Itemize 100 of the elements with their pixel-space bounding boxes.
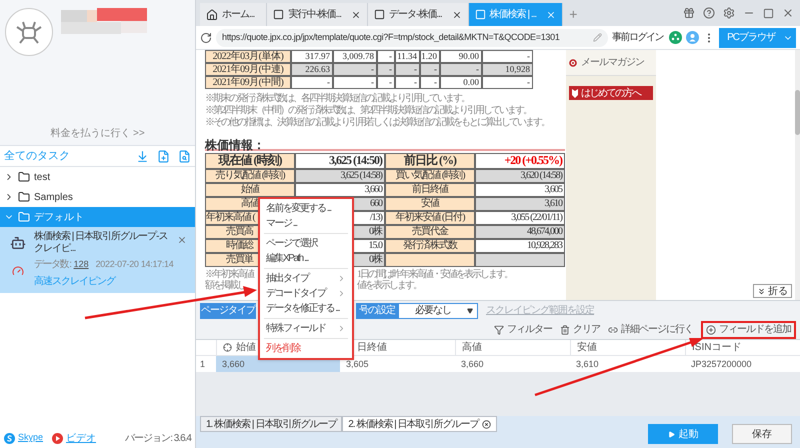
table-cell: 317.97 [291,50,333,63]
video-icon[interactable] [52,432,64,444]
row-number: 1 [199,358,206,371]
table-cell: 3,625 (14:58) [295,169,385,183]
close-icon[interactable] [482,420,491,428]
table-cell: 買い気配値 (時刻) [385,169,475,183]
bottom-tab[interactable]: 2. 株価検索 | 日本取引所グループ [342,416,497,432]
footnote: ※期末の発行済株式数は、各四半期決算短信の記載より引用しています。 [205,93,470,104]
filter-button[interactable]: フィルター [494,322,552,337]
folder-icon [18,171,30,183]
table-cell: 売買代金 [385,225,475,239]
table-cell: - [482,50,533,63]
table-cell: - [377,76,395,89]
menu-item[interactable]: 特殊フィールド [260,321,352,336]
clear-button[interactable]: クリア [560,322,600,337]
file-search-icon[interactable] [178,150,191,162]
avatar [5,8,53,56]
chevron-icon [337,324,346,333]
table-cell: - [377,63,395,76]
table-cell: 3,055 (22/01/11) [475,211,565,225]
footnote: 値を表示します。 [357,280,421,291]
table-cell: 3,625 (14:50) [295,153,385,169]
help-icon[interactable] [703,7,715,19]
scrollbar-thumb[interactable] [795,90,800,135]
save-button[interactable]: 保存 [732,424,792,444]
table-cell: - [482,76,533,89]
table-cell: - [395,63,420,76]
column-header: 高値 [455,340,570,355]
numbering-select[interactable]: 必要なし [398,302,478,318]
table-cell: 3,610 [475,197,565,211]
table-cell: 3,620 (14:58) [475,169,565,183]
table-cell: 3,605 [475,183,565,197]
version-label: バージョン: 3.6.4 [125,432,191,446]
table-cell: 2021年09月(中連) [205,63,291,76]
footnote: ※第2四半期末（中間）の発行済株式数は、第2四半期決算短信の記載より引用しています。 [205,105,532,116]
reload-icon[interactable] [200,32,212,44]
table-cell: 始値 [205,183,295,197]
add-file-icon[interactable] [157,150,170,162]
table-cell: - [440,63,482,76]
folder-item[interactable]: Samples [0,187,195,207]
table-cell: 226.63 [291,63,333,76]
close-icon[interactable] [452,10,462,20]
table-cell: - [420,76,440,89]
menu-item[interactable]: 抽出タイプ [260,271,352,286]
browser-tab[interactable]: ホーム... [200,3,268,26]
table-cell: 90.00 [440,50,482,63]
filter-icon [494,324,504,334]
count-label: データ数 : [34,258,71,272]
browser-tab[interactable]: 実行中-株価... [267,3,368,26]
table-cell: 2021年09月(中間) [205,76,291,89]
table-cell: 現在値 (時刻) [205,153,295,169]
browser-tab[interactable]: データ-株価... [368,3,469,26]
table-cell: - [291,76,333,89]
gauge-icon [12,265,24,277]
skype-icon[interactable] [4,432,15,444]
table-cell: 3,660 [295,183,385,197]
page-icon [374,9,386,20]
count-link[interactable]: 128 [74,258,89,272]
detail-page-button[interactable]: 詳細ページに行く [608,322,693,337]
table-cell[interactable]: 3,660 [455,356,570,372]
menu-item[interactable]: データを修正する ... [260,301,352,316]
table-cell[interactable]: 3,610 [570,356,685,372]
add-icon [706,324,716,334]
beginner-button[interactable]: はじめての方へ [569,86,653,100]
table-cell: 48,674,000 [475,225,565,239]
table-cell: 3,009.78 [333,50,377,63]
download-icon[interactable] [136,150,149,162]
table-cell: 発行済株式数 [385,239,475,253]
menu-item[interactable]: デコードタイプ [260,286,352,301]
maximize-icon[interactable] [763,8,774,18]
table-cell: - [333,76,377,89]
table-cell[interactable]: 3,605 [340,356,455,372]
table-cell: 売り気配値 (時刻) [205,169,295,183]
folder-icon [18,191,30,203]
target-icon [223,343,232,352]
task-time: 2022-07-20 14:17:14 [96,258,174,271]
fold-button[interactable]: 折る [753,284,792,298]
table-cell: 10,928 [482,63,533,76]
table-cell: - [333,63,377,76]
settings-icon[interactable] [723,7,735,19]
table-cell: 安値 [385,197,475,211]
folder-item[interactable]: test [0,167,195,187]
status-icon[interactable] [669,31,682,44]
section-heading: 株価情報： [205,138,265,152]
task-card[interactable]: 株価検索 | 日本取引所グループ-スクレイピ... データ数 : 128 2022-07-20 14:17:14 高速スクレイピング [0,227,195,293]
add-field-button[interactable]: フィールドを追加 [701,320,796,338]
table-cell: 10,928,283 [475,239,565,253]
address-field[interactable]: https://quote.jpx.co.jp/jpx/template/quote.cgi?F=tmp/stock_detail&MKTN=T&QCODE=1301 [216,28,608,46]
login-button[interactable]: 事前ログイン [612,30,666,45]
home-icon [206,8,218,20]
footnote: 1日の間は昨年来高値・安値を表示します。 [357,269,512,280]
play-icon [668,430,674,438]
table-cell: 11.34 [395,50,420,63]
close-icon[interactable] [351,10,362,20]
table-cell: 2022年03月(単体) [205,50,291,63]
gift-icon[interactable] [683,7,695,19]
table-cell: 0.00 [440,76,482,89]
table-cell[interactable]: JP3257200000 [685,356,800,372]
beginner-mark-icon [572,88,578,98]
bottom-tab[interactable]: 1. 株価検索 | 日本取引所グループ [200,416,342,432]
